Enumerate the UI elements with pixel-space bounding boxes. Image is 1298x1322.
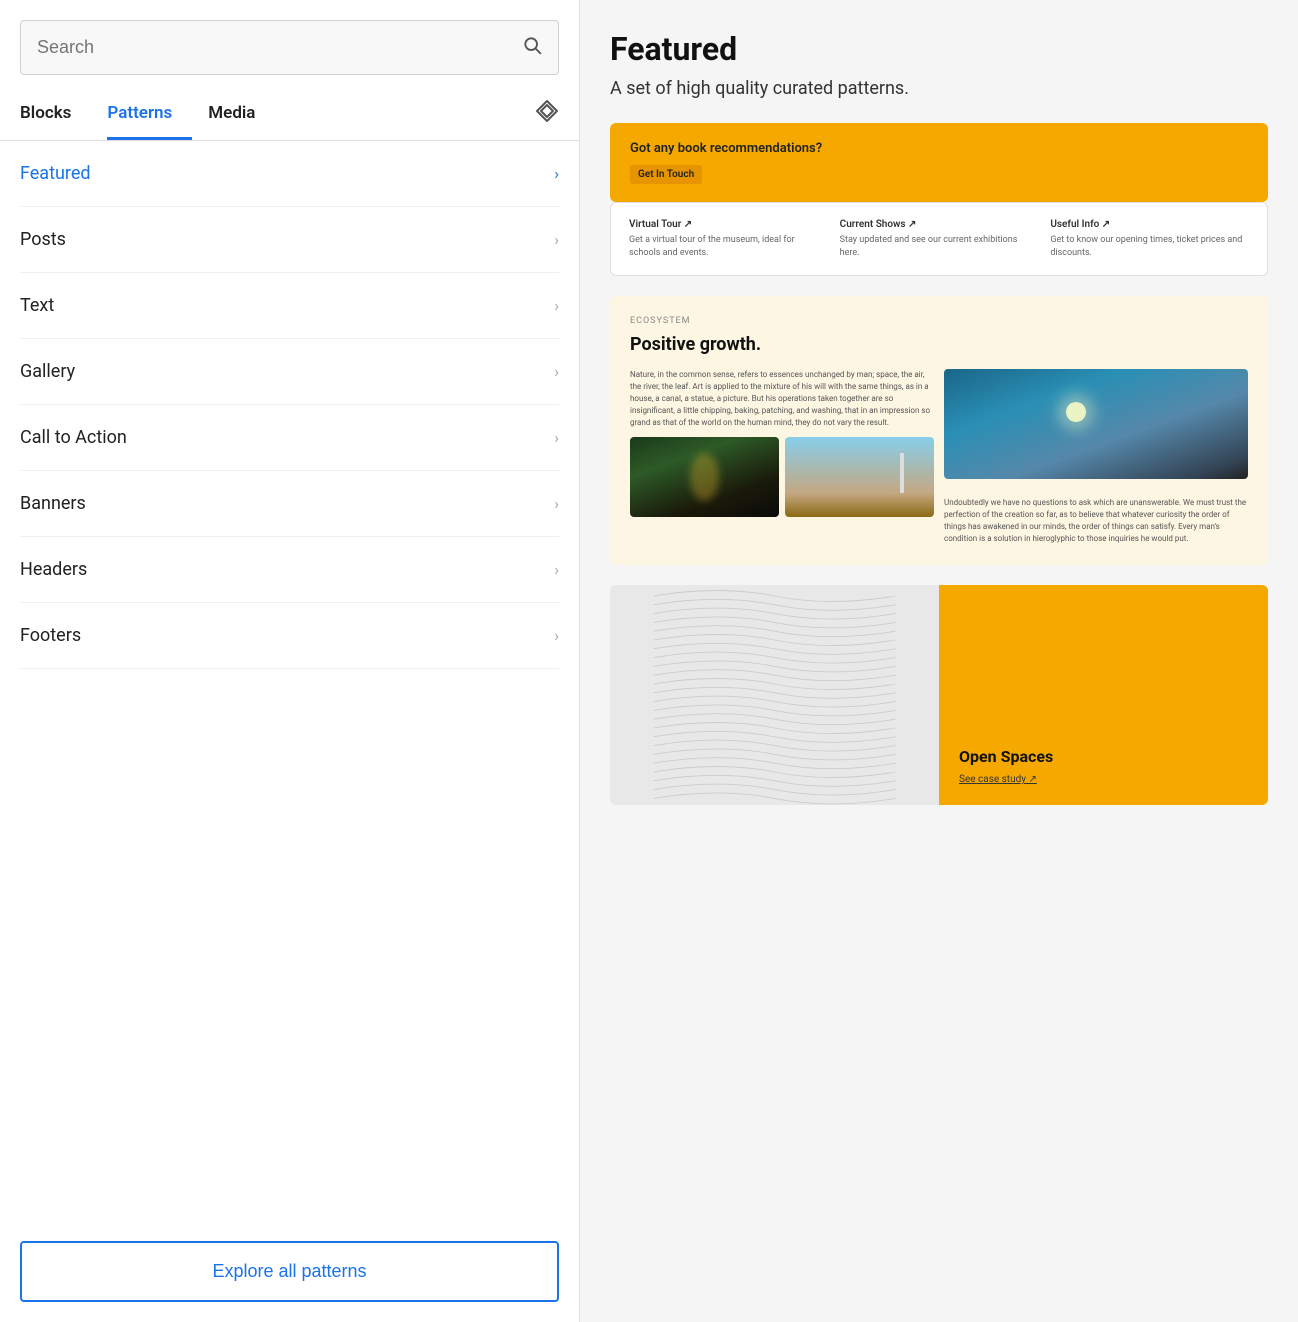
eco-label: ECOSYSTEM bbox=[630, 316, 1248, 326]
nav-item-text[interactable]: Text › bbox=[20, 273, 559, 339]
nav-item-label: Banners bbox=[20, 493, 86, 514]
open-spaces-link[interactable]: See case study ↗ bbox=[959, 774, 1248, 785]
nav-item-label: Headers bbox=[20, 559, 87, 580]
link-item-virtual-tour[interactable]: Virtual Tour ↗ Get a virtual tour of the… bbox=[629, 219, 828, 259]
link-item-title: Useful Info ↗ bbox=[1050, 219, 1249, 230]
pattern-ecosystem: ECOSYSTEM Positive growth. Nature, in th… bbox=[610, 296, 1268, 565]
nav-item-banners[interactable]: Banners › bbox=[20, 471, 559, 537]
link-item-title: Virtual Tour ↗ bbox=[629, 219, 828, 230]
explore-all-patterns-button[interactable]: Explore all patterns bbox=[20, 1241, 559, 1302]
eco-right: Undoubtedly we have no questions to ask … bbox=[944, 369, 1248, 545]
nav-item-footers[interactable]: Footers › bbox=[20, 603, 559, 669]
chevron-right-icon: › bbox=[554, 296, 559, 315]
eco-title: Positive growth. bbox=[630, 334, 1248, 355]
eco-right-text: Undoubtedly we have no questions to ask … bbox=[944, 487, 1248, 545]
featured-subtitle: A set of high quality curated patterns. bbox=[610, 78, 1268, 99]
chevron-right-icon: › bbox=[554, 494, 559, 513]
link-item-current-shows[interactable]: Current Shows ↗ Stay updated and see our… bbox=[840, 219, 1039, 259]
search-icon bbox=[522, 35, 542, 60]
tab-blocks[interactable]: Blocks bbox=[20, 87, 91, 140]
search-bar[interactable] bbox=[20, 20, 559, 75]
link-item-title: Current Shows ↗ bbox=[840, 219, 1039, 230]
nav-item-label: Featured bbox=[20, 163, 91, 184]
explore-btn-wrap: Explore all patterns bbox=[0, 1221, 579, 1322]
tabs-row: Blocks Patterns Media bbox=[0, 87, 579, 141]
open-spaces-title: Open Spaces bbox=[959, 747, 1248, 766]
link-item-useful-info[interactable]: Useful Info ↗ Get to know our opening ti… bbox=[1050, 219, 1249, 259]
nav-item-label: Footers bbox=[20, 625, 81, 646]
eco-images bbox=[630, 437, 934, 517]
chevron-right-icon: › bbox=[554, 362, 559, 381]
nav-item-headers[interactable]: Headers › bbox=[20, 537, 559, 603]
links-grid: Virtual Tour ↗ Get a virtual tour of the… bbox=[629, 219, 1249, 259]
diamond-icon[interactable] bbox=[535, 99, 559, 128]
link-item-desc: Stay updated and see our current exhibit… bbox=[840, 234, 1039, 259]
nav-item-label: Call to Action bbox=[20, 427, 127, 448]
search-input[interactable] bbox=[37, 37, 522, 58]
link-item-desc: Get a virtual tour of the museum, ideal … bbox=[629, 234, 828, 259]
nav-item-call-to-action[interactable]: Call to Action › bbox=[20, 405, 559, 471]
chevron-right-icon: › bbox=[554, 164, 559, 183]
tab-media[interactable]: Media bbox=[208, 87, 275, 140]
nav-item-posts[interactable]: Posts › bbox=[20, 207, 559, 273]
nav-item-featured[interactable]: Featured › bbox=[20, 141, 559, 207]
featured-title: Featured bbox=[610, 30, 1268, 68]
eco-img-forest bbox=[630, 437, 779, 517]
eco-img-windmill bbox=[785, 437, 934, 517]
open-spaces-right: Open Spaces See case study ↗ bbox=[939, 585, 1268, 805]
nav-item-label: Gallery bbox=[20, 361, 75, 382]
nav-list: Featured › Posts › Text › Gallery › Call… bbox=[0, 141, 579, 1221]
tab-patterns[interactable]: Patterns bbox=[107, 87, 192, 140]
wave-svg bbox=[610, 585, 939, 805]
pattern-links-card: Virtual Tour ↗ Get a virtual tour of the… bbox=[610, 202, 1268, 276]
pattern-open-spaces: Open Spaces See case study ↗ bbox=[610, 585, 1268, 805]
link-item-desc: Get to know our opening times, ticket pr… bbox=[1050, 234, 1249, 259]
chevron-right-icon: › bbox=[554, 428, 559, 447]
nav-item-label: Posts bbox=[20, 229, 66, 250]
eco-img-coast bbox=[944, 369, 1248, 479]
eco-left: Nature, in the common sense, refers to e… bbox=[630, 369, 934, 545]
nav-item-gallery[interactable]: Gallery › bbox=[20, 339, 559, 405]
chevron-right-icon: › bbox=[554, 560, 559, 579]
open-spaces-image bbox=[610, 585, 939, 805]
eco-text: Nature, in the common sense, refers to e… bbox=[630, 369, 934, 429]
nav-item-label: Text bbox=[20, 295, 54, 316]
pattern-cta-yellow: Got any book recommendations? Get In Tou… bbox=[610, 123, 1268, 202]
left-panel: Blocks Patterns Media Featured › Posts ›… bbox=[0, 0, 580, 1322]
chevron-right-icon: › bbox=[554, 626, 559, 645]
cta-yellow-title: Got any book recommendations? bbox=[630, 141, 1248, 156]
chevron-right-icon: › bbox=[554, 230, 559, 249]
right-panel: Featured A set of high quality curated p… bbox=[580, 0, 1298, 1322]
cta-yellow-button[interactable]: Get In Touch bbox=[630, 165, 702, 184]
eco-content: Nature, in the common sense, refers to e… bbox=[630, 369, 1248, 545]
